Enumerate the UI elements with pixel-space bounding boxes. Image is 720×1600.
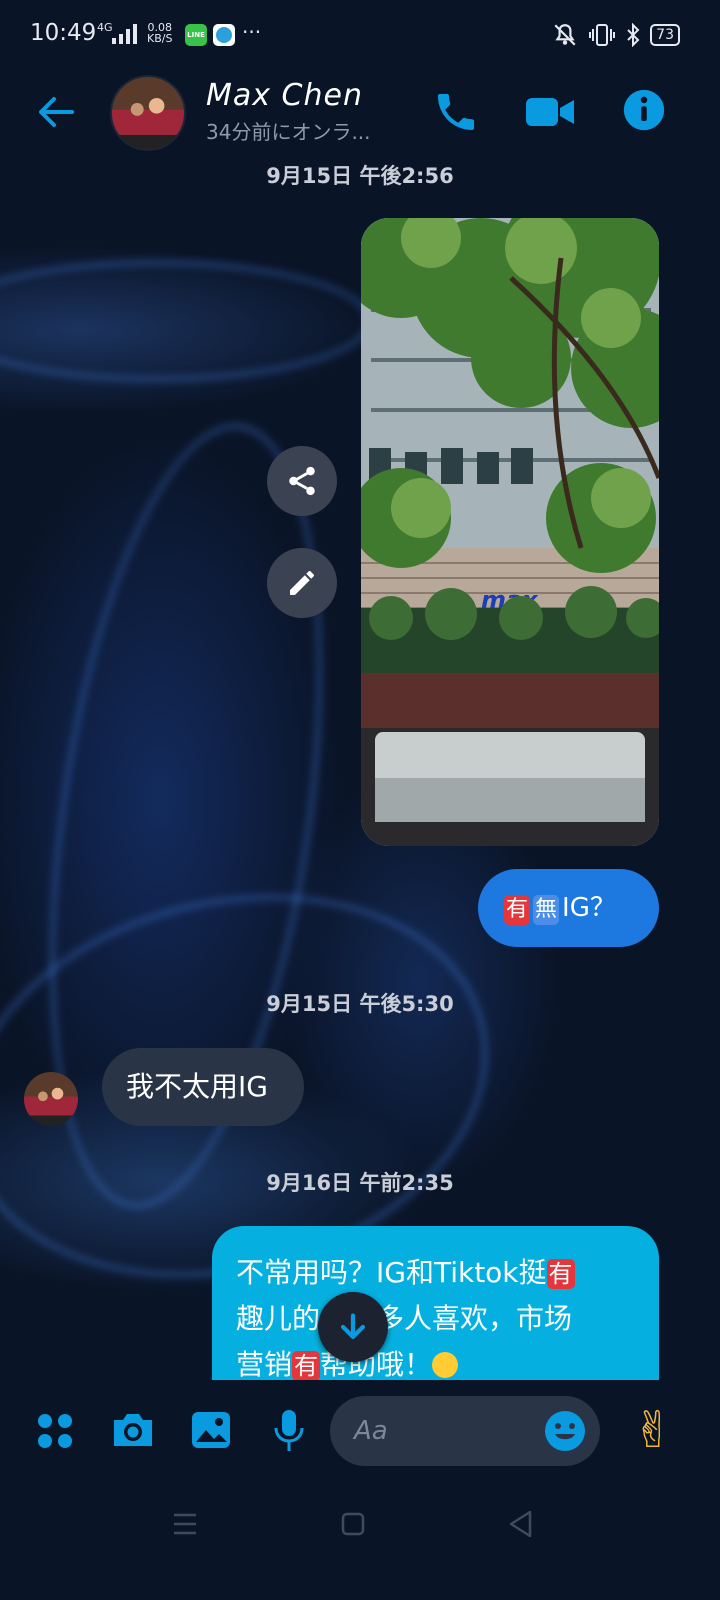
quick-reaction-button[interactable]: ✌ [632, 1400, 674, 1460]
message-text-line: 不常用吗？IG和Tiktok挺 [236, 1256, 547, 1289]
bluetooth-icon [627, 23, 640, 47]
network-speed-unit: KB/S [147, 32, 173, 45]
message-text-line: 营销 [236, 1348, 293, 1381]
status-time: 10:49 [30, 20, 97, 46]
more-notifications-icon: ··· [242, 20, 262, 44]
contact-avatar[interactable] [110, 75, 186, 151]
message-composer: Aa ✌ [0, 1380, 720, 1490]
mute-icon [554, 24, 576, 46]
system-icons: 73 [552, 22, 680, 48]
background-wisp [0, 260, 372, 382]
photo-message[interactable]: max [361, 218, 659, 846]
emoji-you-have: 有 [504, 895, 531, 925]
back-nav-icon[interactable] [508, 1510, 534, 1538]
share-icon [289, 466, 315, 496]
home-icon[interactable] [341, 1512, 365, 1536]
smiling-face-emoji [432, 1352, 459, 1378]
message-text: IG？ [562, 893, 616, 923]
timestamp: 9月15日 午後2:56 [266, 164, 454, 188]
network-type: 4G [97, 21, 113, 34]
timestamp: 9月16日 午前2:35 [266, 1171, 454, 1195]
scroll-to-bottom-button[interactable] [318, 1292, 388, 1362]
camera-icon[interactable] [110, 1410, 156, 1450]
emoji-picker-icon[interactable] [544, 1410, 586, 1452]
emoji-you-have: 有 [546, 1259, 575, 1289]
message-text: 我不太用IG [126, 1070, 268, 1103]
outgoing-message[interactable]: 不常用吗？IG和Tiktok挺有 趣儿的，很多人喜欢，市场 营销有帮助哦！ [212, 1226, 659, 1381]
messenger-chat-screen: 10:49 4G 0.08 KB/S LINE ··· 73 Max Chen … [0, 0, 720, 1600]
apps-grid-icon[interactable] [36, 1412, 74, 1450]
message-text-line: 趣儿的，很多人喜欢，市场 [236, 1302, 573, 1335]
recent-apps-icon[interactable] [172, 1512, 198, 1536]
arrow-down-icon [340, 1313, 366, 1340]
message-input[interactable]: Aa [330, 1396, 600, 1466]
back-arrow-icon[interactable] [34, 90, 78, 134]
network-speed: 0.08 KB/S [147, 22, 172, 44]
share-button[interactable] [267, 446, 337, 516]
message-input-placeholder: Aa [354, 1416, 388, 1446]
telegram-app-icon [213, 24, 235, 46]
outgoing-message[interactable]: 有無 IG？ [478, 869, 659, 947]
signal-icon [112, 24, 137, 44]
line-app-icon: LINE [185, 24, 207, 46]
contact-status: 34分前にオンラ... [206, 120, 371, 144]
edit-photo-button[interactable] [267, 548, 337, 618]
video-call-icon[interactable] [524, 88, 576, 136]
emoji-you-have: 有 [292, 1351, 321, 1381]
vibrate-icon [589, 24, 616, 46]
status-bar: 10:49 4G 0.08 KB/S LINE ··· 73 [0, 0, 720, 70]
incoming-message[interactable]: 我不太用IG [102, 1048, 304, 1126]
microphone-icon[interactable] [272, 1408, 306, 1454]
emoji-nothing: 無 [533, 895, 560, 925]
gallery-icon[interactable] [190, 1410, 232, 1450]
chat-header: Max Chen 34分前にオンラ... [0, 70, 720, 156]
pencil-icon [290, 571, 314, 595]
voice-call-icon[interactable] [432, 88, 480, 136]
timestamp: 9月15日 午後5:30 [266, 992, 454, 1016]
contact-name[interactable]: Max Chen [206, 78, 363, 113]
info-icon[interactable] [622, 88, 666, 132]
battery-icon: 73 [650, 24, 680, 46]
photo-building-image: max [361, 218, 659, 846]
system-navigation-bar [0, 1490, 720, 1600]
contact-avatar-small[interactable] [24, 1072, 78, 1126]
